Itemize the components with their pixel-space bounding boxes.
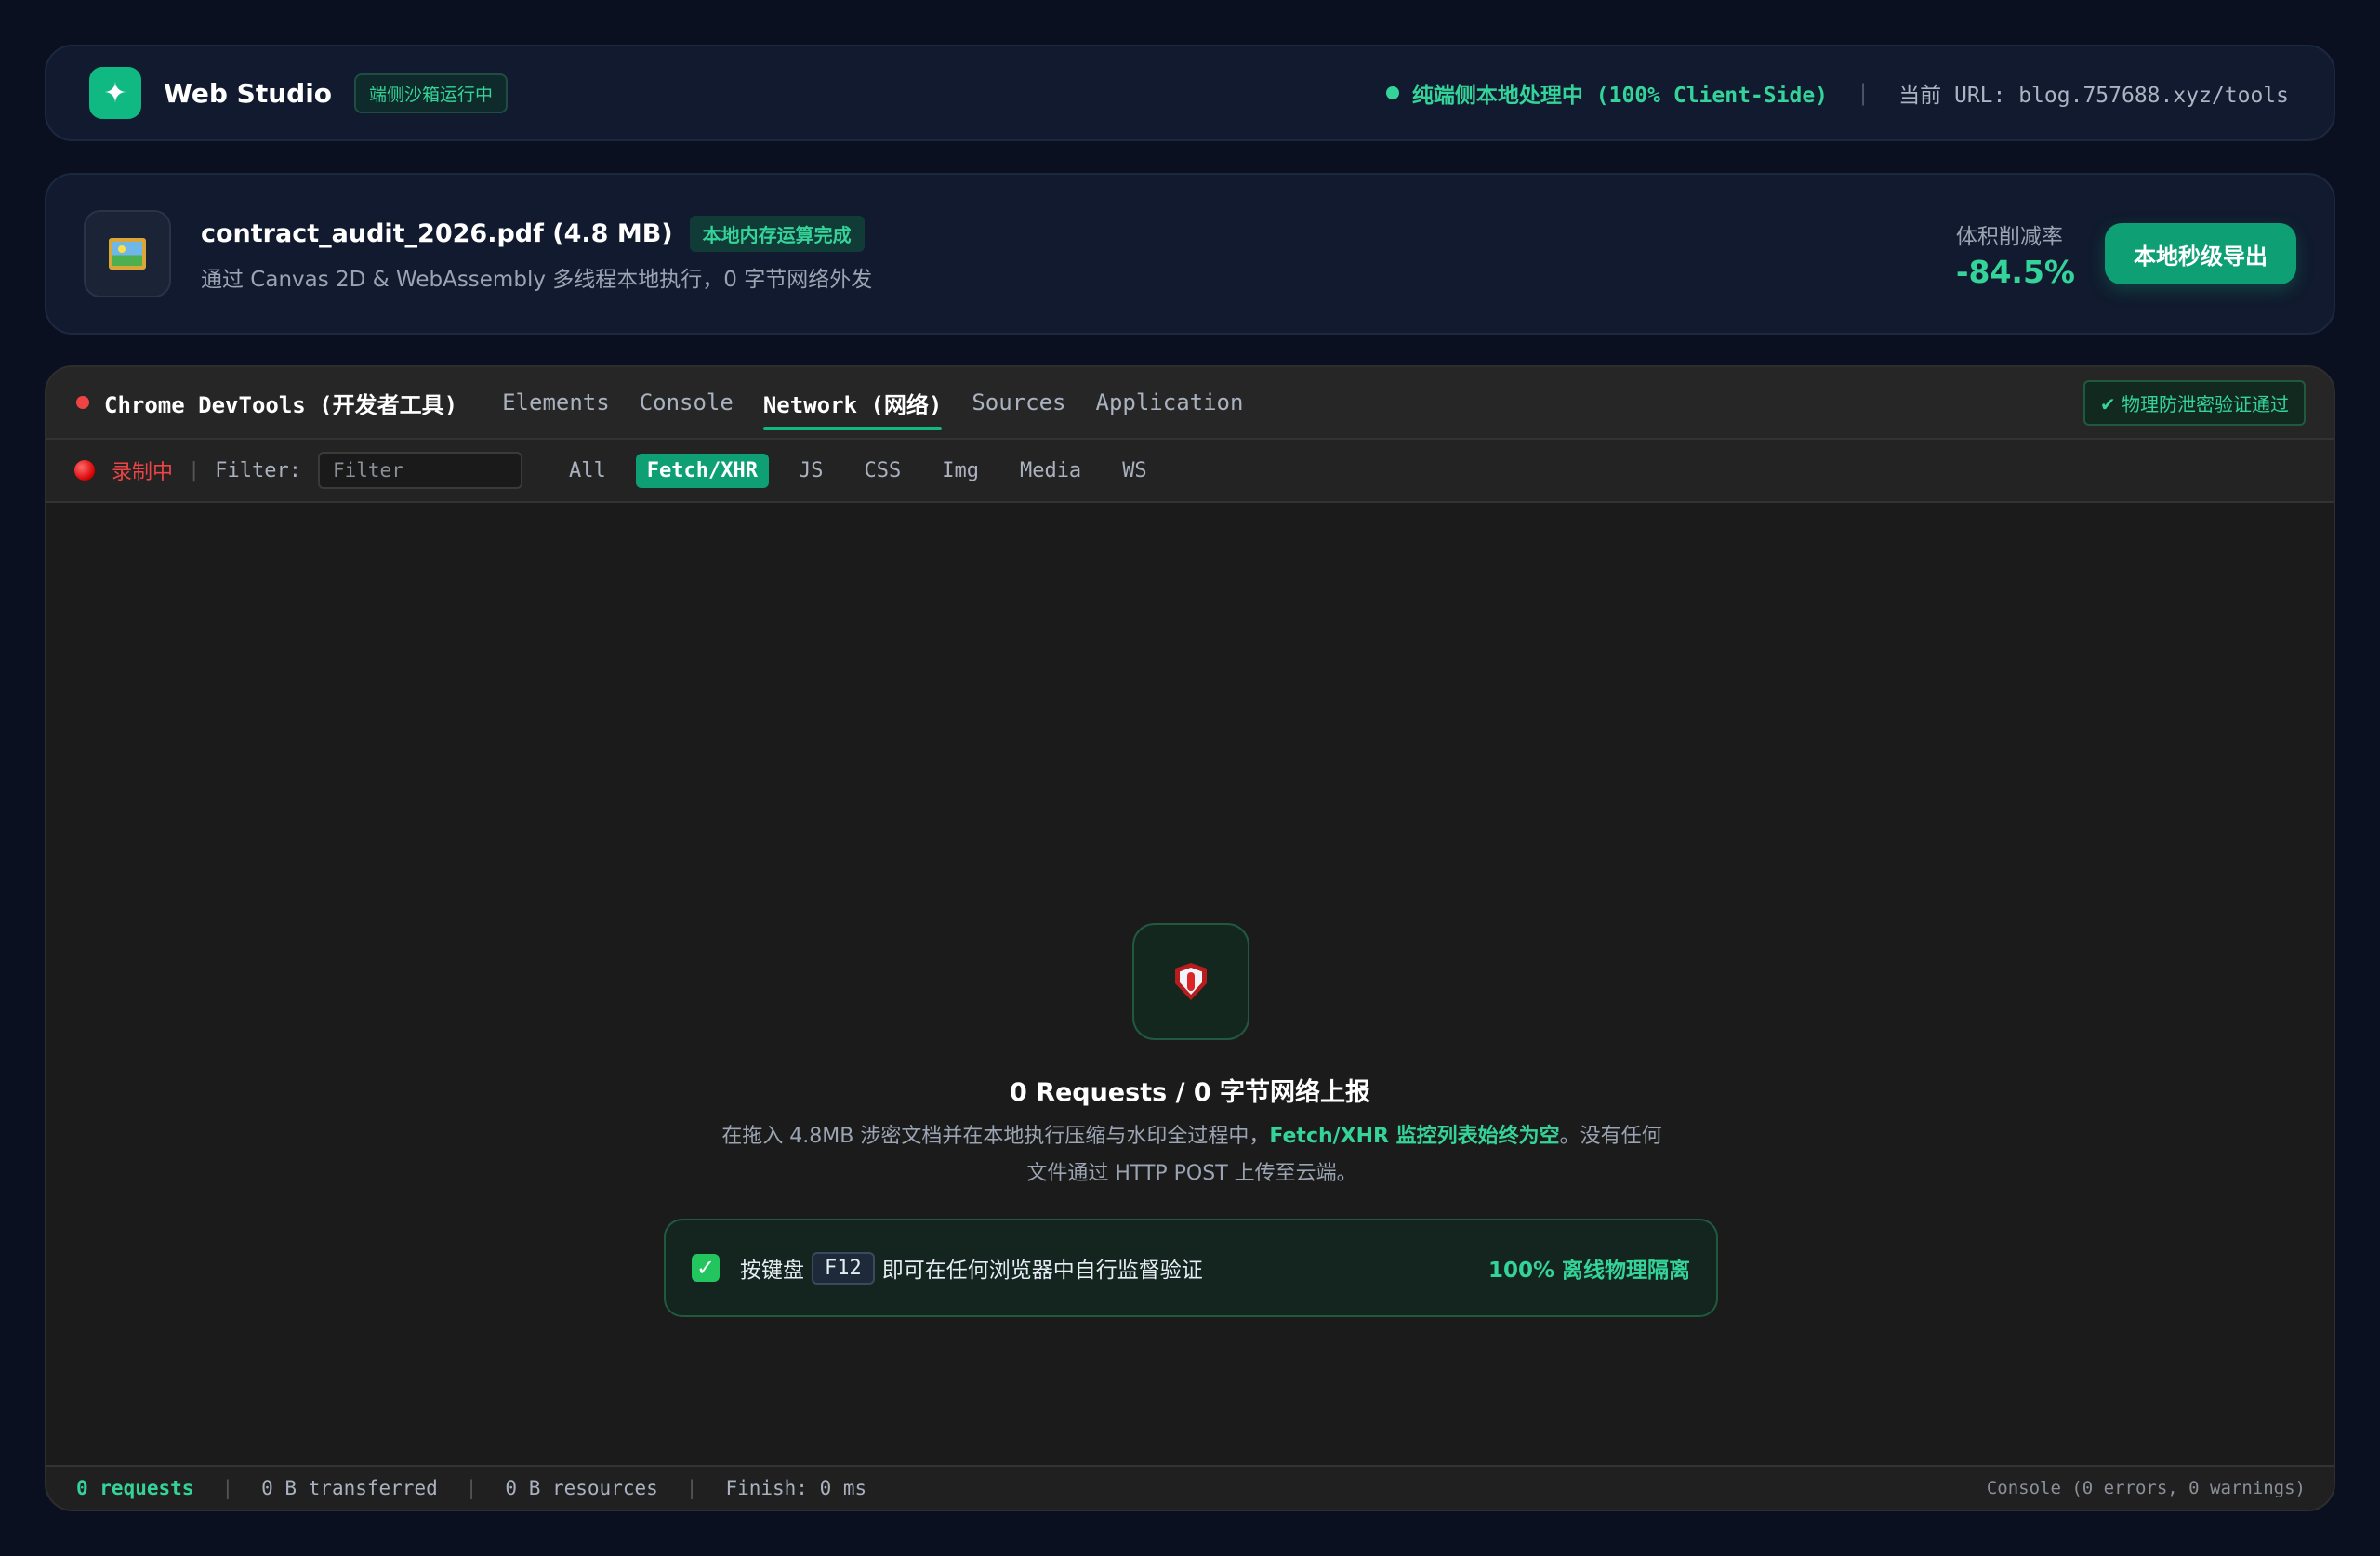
checkmark-icon: ✓: [692, 1254, 720, 1282]
tab-sources[interactable]: Sources: [972, 384, 1065, 421]
desc-highlight: Fetch/XHR 监控列表始终为空: [1269, 1125, 1560, 1148]
filter-input[interactable]: [317, 452, 522, 489]
hint-before: 按键盘: [740, 1259, 804, 1283]
f12-hint-box: ✓ 按键盘 F12 即可在任何浏览器中自行监督验证 100% 离线物理隔离: [664, 1219, 1718, 1317]
shield-icon-container: [1132, 923, 1250, 1040]
filter-js[interactable]: JS: [787, 454, 835, 488]
console-status[interactable]: Console (0 errors, 0 warnings): [1987, 1478, 2306, 1498]
hint-text: 按键盘 F12 即可在任何浏览器中自行监督验证: [740, 1251, 1203, 1285]
status-dot-icon: [1385, 86, 1399, 99]
devtools-tabs: Elements Console Network (网络) Sources Ap…: [502, 367, 1243, 438]
devtools-dot-icon: [76, 396, 89, 409]
footer-separator: |: [465, 1477, 478, 1499]
filter-fetch-xhr[interactable]: Fetch/XHR: [635, 453, 769, 488]
reduction-value: -84.5%: [1955, 253, 2075, 290]
devtools-title: Chrome DevTools (开发者工具): [104, 391, 458, 418]
devtools-header: Chrome DevTools (开发者工具) Elements Console…: [46, 367, 2334, 440]
filter-ws[interactable]: WS: [1111, 454, 1158, 488]
f12-key: F12: [812, 1251, 875, 1285]
requests-count: 0 requests: [76, 1477, 194, 1499]
brand-name: Web Studio: [164, 77, 333, 109]
transferred-size: 0 B transferred: [261, 1477, 438, 1499]
finish-time: Finish: 0 ms: [725, 1477, 867, 1499]
file-card: contract_audit_2026.pdf (4.8 MB) 本地内存运算完…: [45, 173, 2335, 335]
sandbox-status-badge: 端侧沙箱运行中: [354, 73, 509, 113]
top-header-bar: ✦ Web Studio 端侧沙箱运行中 纯端侧本地处理中 (100% Clie…: [45, 45, 2335, 141]
offline-isolation-label: 100% 离线物理隔离: [1488, 1259, 1690, 1283]
file-description: 通过 Canvas 2D & WebAssembly 多线程本地执行，0 字节网…: [201, 267, 873, 292]
record-icon[interactable]: [74, 460, 95, 481]
reduction-label: 体积削减率: [1955, 224, 2063, 249]
filter-label: Filter:: [215, 458, 301, 482]
devtools-panel: Chrome DevTools (开发者工具) Elements Console…: [45, 365, 2335, 1511]
processing-complete-badge: 本地内存运算完成: [689, 215, 865, 252]
filter-img[interactable]: Img: [931, 454, 990, 488]
client-side-status: 纯端侧本地处理中 (100% Client-Side): [1411, 84, 1829, 108]
file-thumbnail: [84, 210, 171, 297]
filter-all[interactable]: All: [558, 454, 617, 488]
hint-after: 即可在任何浏览器中自行监督验证: [881, 1259, 1203, 1283]
footer-separator: |: [221, 1477, 234, 1499]
tab-console[interactable]: Console: [640, 384, 734, 421]
tab-network[interactable]: Network (网络): [762, 381, 942, 430]
current-url-label: 当前 URL: blog.757688.xyz/tools: [1898, 84, 2289, 108]
size-reduction: 体积削减率 -84.5%: [1956, 218, 2075, 290]
empty-state-title: 0 Requests / 0 字节网络上报: [1009, 1078, 1371, 1107]
filter-media[interactable]: Media: [1009, 454, 1092, 488]
recording-label: 录制中: [112, 461, 174, 484]
resource-type-filters: All Fetch/XHR JS CSS Img Media WS: [558, 453, 1158, 488]
app-logo-icon: ✦: [89, 67, 141, 119]
tab-application[interactable]: Application: [1096, 384, 1244, 421]
file-title-row: contract_audit_2026.pdf (4.8 MB) 本地内存运算完…: [201, 215, 872, 252]
empty-state-description: 在拖入 4.8MB 涉密文档并在本地执行压缩与水印全过程中，Fetch/XHR …: [716, 1118, 1668, 1193]
file-info: contract_audit_2026.pdf (4.8 MB) 本地内存运算完…: [201, 215, 873, 293]
tab-elements[interactable]: Elements: [502, 384, 610, 421]
desc-before: 在拖入 4.8MB 涉密文档并在本地执行压缩与水印全过程中，: [721, 1125, 1270, 1148]
resources-size: 0 B resources: [505, 1477, 658, 1499]
network-toolbar: 录制中 | Filter: All Fetch/XHR JS CSS Img M…: [46, 440, 2334, 503]
file-name: contract_audit_2026.pdf (4.8 MB): [201, 218, 673, 248]
filter-css[interactable]: CSS: [853, 454, 912, 488]
export-button[interactable]: 本地秒级导出: [2105, 223, 2296, 284]
network-request-list: 0 Requests / 0 字节网络上报 在拖入 4.8MB 涉密文档并在本地…: [46, 505, 2334, 1465]
toolbar-separator: |: [188, 458, 201, 482]
shield-icon: [1175, 963, 1207, 1000]
header-separator: |: [1859, 80, 1868, 106]
image-file-icon: [109, 238, 146, 270]
leak-verification-badge: ✔ 物理防泄密验证通过: [2082, 379, 2306, 426]
footer-separator: |: [685, 1477, 698, 1499]
network-status-bar: 0 requests | 0 B transferred | 0 B resou…: [46, 1465, 2334, 1510]
